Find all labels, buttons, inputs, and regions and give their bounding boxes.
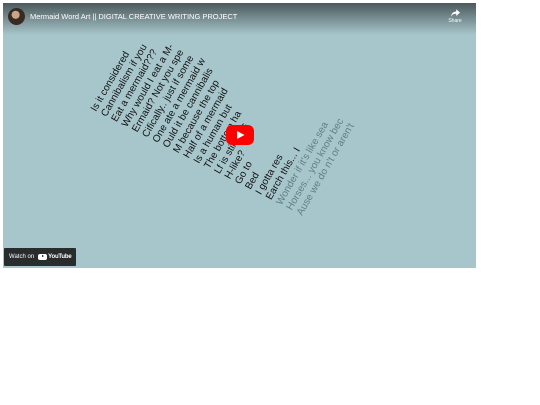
watch-on-label: Watch on (9, 254, 35, 260)
poem-line: Go to (233, 159, 255, 187)
watch-on-youtube-button[interactable]: Watch on YouTube (4, 248, 76, 266)
youtube-logo-icon (38, 254, 48, 260)
video-title[interactable]: Mermaid Word Art || DIGITAL CREATIVE WRI… (30, 12, 237, 21)
video-top-bar: Mermaid Word Art || DIGITAL CREATIVE WRI… (3, 3, 476, 35)
poem-line: Wonder if it's like sea (274, 120, 331, 208)
poem-line: Ause we do n't or aren't (295, 121, 357, 218)
poem-line: One ate a mermaid w (150, 56, 209, 145)
poem-line: M because the top (171, 78, 223, 156)
video-player[interactable]: Is it considered Cannibalism if you Eat a … (3, 3, 476, 268)
poem-line: Ould it be cannibalis (161, 66, 216, 150)
poem-line: Cifically.. just if some (140, 53, 197, 140)
poem-line: Half of a mermaid (181, 86, 231, 161)
play-icon (237, 131, 245, 139)
share-button[interactable]: Share (444, 9, 466, 24)
poem-line: H-like? (222, 148, 248, 182)
poem-line: Cannibalism if you (99, 42, 150, 119)
play-button[interactable] (226, 125, 254, 145)
share-icon (450, 9, 460, 17)
video-frame-poem-text: Is it considered Cannibalism if you Eat a … (89, 3, 421, 268)
poem-line: Is it considered (89, 49, 133, 114)
poem-line: Horses... you know bec (284, 116, 347, 213)
poem-line: Ermaid? Not you spe (130, 47, 187, 135)
poem-line: Earch this... I (264, 145, 303, 202)
share-label: Share (448, 18, 462, 24)
poem-line: Eat a mermaid??? (109, 47, 160, 124)
poem-line: Bed (243, 170, 262, 192)
channel-avatar[interactable] (8, 8, 25, 25)
poem-line: I gotta res (253, 152, 286, 197)
poem-line: Why would I eat a M- (119, 42, 177, 130)
youtube-wordmark: YouTube (48, 254, 72, 260)
